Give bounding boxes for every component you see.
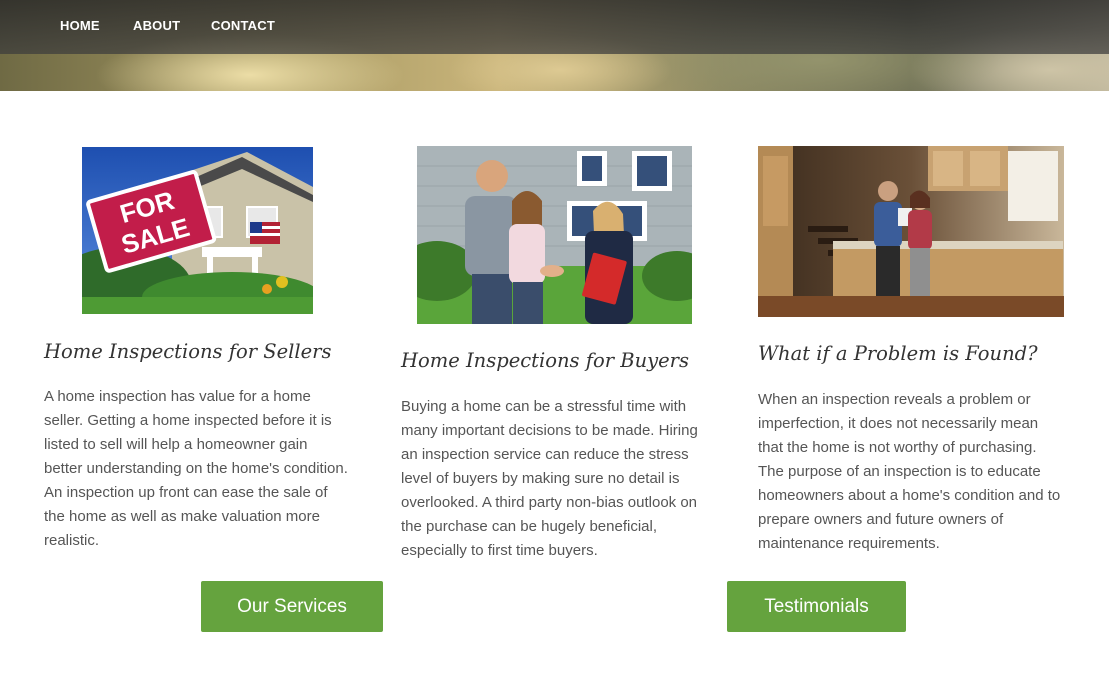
kitchen-inspection-photo: [758, 146, 1064, 317]
navbar: HOME ABOUT CONTACT: [0, 0, 1109, 54]
our-services-button[interactable]: Our Services: [201, 581, 383, 632]
for-sale-sign-house-photo: FOR SALE: [82, 147, 313, 314]
nav-contact-link[interactable]: CONTACT: [211, 18, 275, 33]
buyers-paragraph: Buying a home can be a stressful time wi…: [401, 398, 698, 559]
nav-about-link[interactable]: ABOUT: [133, 18, 180, 33]
problem-found-paragraph: When an inspection reveals a problem or …: [758, 391, 1061, 552]
sellers-paragraph: A home inspection has value for a home s…: [44, 388, 348, 549]
buyers-heading: Home Inspections for Buyers: [401, 349, 690, 372]
sellers-heading: Home Inspections for Sellers: [44, 340, 332, 363]
problem-found-heading: What if a Problem is Found?: [758, 342, 1038, 365]
nav-home-link[interactable]: HOME: [60, 18, 100, 33]
testimonials-button[interactable]: Testimonials: [727, 581, 906, 632]
buyers-handshake-photo: [417, 146, 692, 324]
